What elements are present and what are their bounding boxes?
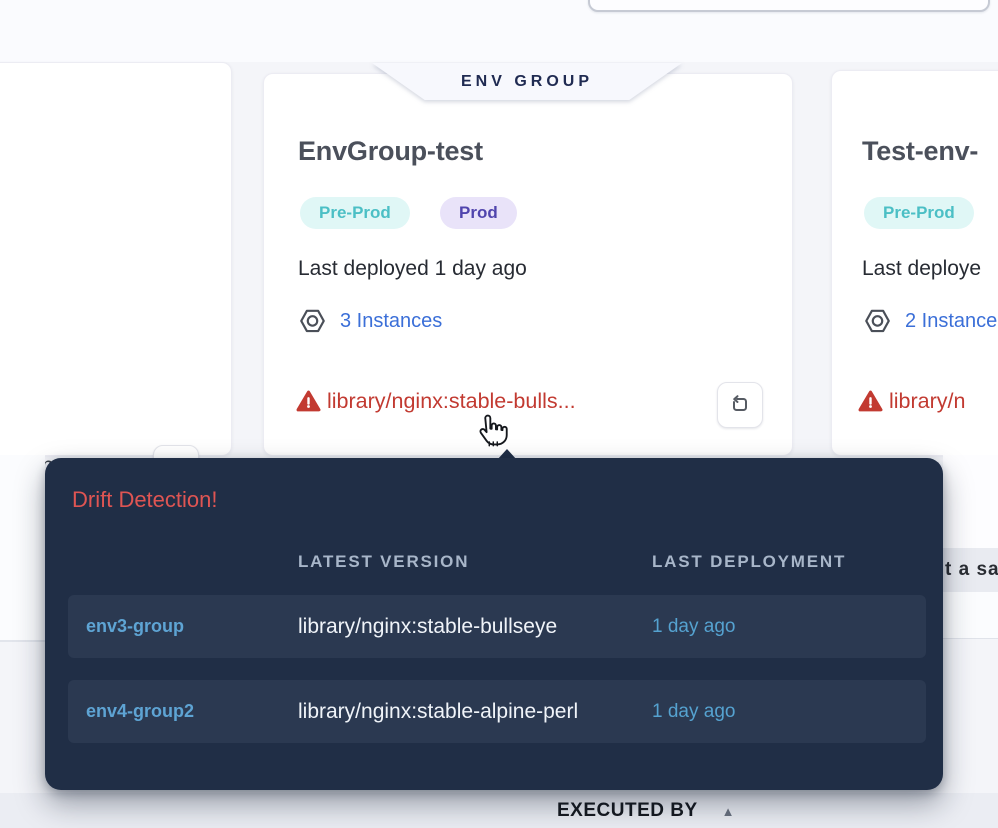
column-header-last-deployment: LAST DEPLOYMENT (652, 552, 846, 572)
sort-ascending-icon: ▲ (722, 804, 735, 819)
copy-image-button[interactable] (717, 382, 763, 428)
background-panel (943, 592, 998, 639)
instances-icon (864, 308, 891, 335)
hand-cursor (470, 412, 508, 452)
latest-version-value: library/nginx:stable-bullseye (298, 615, 652, 639)
executed-by-column-header[interactable]: EXECUTED BY ▲ (557, 800, 735, 822)
column-header-latest-version: LATEST VERSION (298, 552, 469, 572)
background-panel (0, 455, 45, 642)
env-group-ribbon: ENV GROUP (372, 63, 682, 100)
drift-image-row[interactable]: library/n (858, 389, 965, 414)
search-input[interactable] (588, 0, 990, 12)
copy-icon (728, 393, 752, 417)
tooltip-title: Drift Detection! (72, 487, 218, 513)
warning-icon (858, 389, 883, 414)
card-title: EnvGroup-test (298, 136, 483, 167)
table-row: env3-group library/nginx:stable-bullseye… (68, 595, 926, 658)
background-row-band: t a sa (943, 548, 998, 592)
executed-by-label: EXECUTED BY (557, 800, 698, 822)
card-title: Test-env- (862, 136, 978, 167)
instances-link-row[interactable]: 2 Instance (864, 308, 997, 335)
instances-link[interactable]: 2 Instance (905, 310, 997, 333)
badge-pre-prod: Pre-Prod (300, 197, 410, 229)
warning-icon (296, 389, 321, 414)
background-panel (943, 455, 998, 548)
env-group-ribbon-label: ENV GROUP (461, 73, 593, 91)
instances-link-row[interactable]: 3 Instances (299, 308, 442, 335)
drift-detection-tooltip: Drift Detection! LATEST VERSION LAST DEP… (45, 458, 943, 790)
drift-image-row[interactable]: library/nginx:stable-bulls... (296, 389, 576, 414)
instances-icon (299, 308, 326, 335)
env-card-left: go -alpine-... (0, 62, 232, 456)
badge-prod: Prod (440, 197, 517, 229)
last-deployment-value: 1 day ago (652, 701, 926, 723)
last-deployment-value: 1 day ago (652, 616, 926, 638)
image-name-drift-link[interactable]: library/nginx:stable-bulls... (327, 389, 576, 414)
latest-version-value: library/nginx:stable-alpine-perl (298, 700, 652, 724)
last-deployed-text: Last deployed 1 day ago (298, 257, 527, 281)
instances-link[interactable]: 3 Instances (340, 310, 442, 333)
table-header-band (0, 793, 998, 828)
background-text-fragment: t a sa (943, 559, 998, 581)
image-name-drift-link[interactable]: library/n (889, 389, 965, 414)
env-group-link[interactable]: env3-group (86, 616, 298, 637)
table-row: env4-group2 library/nginx:stable-alpine-… (68, 680, 926, 743)
env-group-link[interactable]: env4-group2 (86, 701, 298, 722)
last-deployed-text: Last deploye (862, 257, 981, 281)
badge-pre-prod: Pre-Prod (864, 197, 974, 229)
